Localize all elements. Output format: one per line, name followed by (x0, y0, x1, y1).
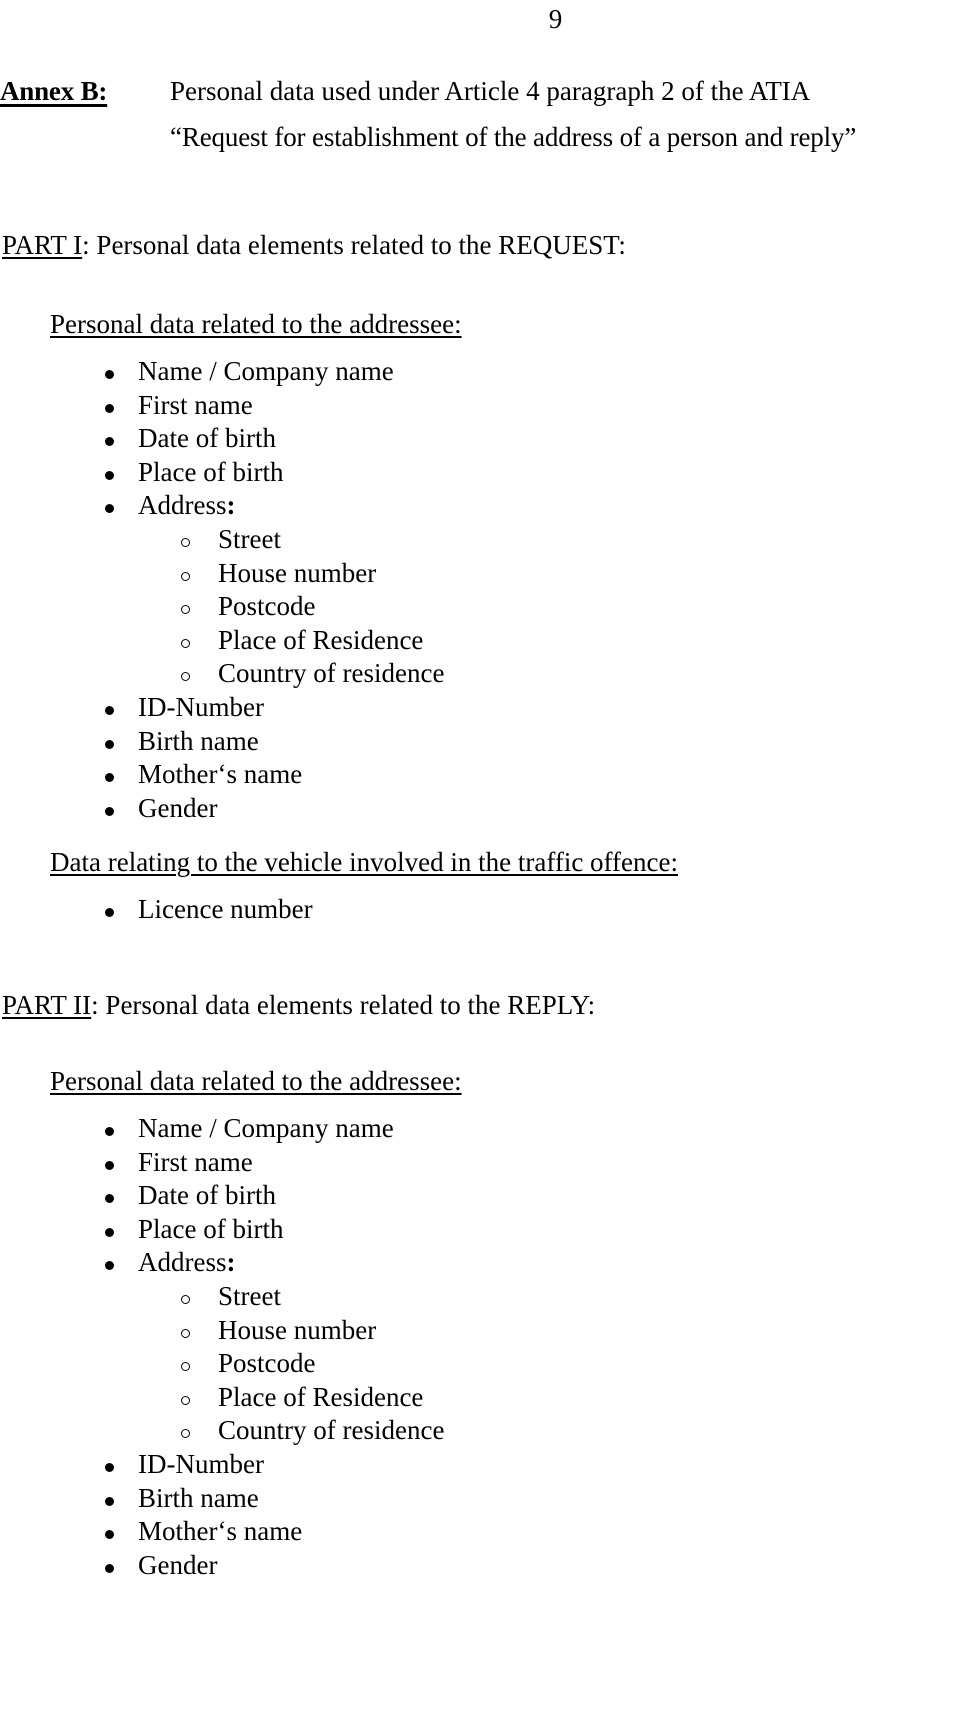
list-item-label: Place of Residence (218, 624, 424, 655)
part-1-addressee-heading: Personal data related to the addressee: (50, 309, 462, 339)
list-item-label: Place of birth (138, 456, 284, 487)
list-item-label: Birth name (138, 1482, 259, 1513)
list-item-label: Postcode (218, 1348, 316, 1379)
list-item: House number (0, 557, 960, 591)
list-item-label: Mother‘s name (138, 759, 303, 790)
part-1-heading: PART I: Personal data elements related t… (2, 228, 626, 262)
list-item-label: ID-Number (138, 1448, 264, 1479)
vehicle-data-heading: Data relating to the vehicle involved in… (50, 847, 679, 877)
list-item: Date of birth (0, 422, 960, 456)
list-item-label: Date of birth (138, 1180, 276, 1211)
list-item: Name / Company name (0, 355, 960, 389)
list-item-colon: : (226, 1247, 236, 1278)
part-1-heading-rest: : Personal data elements related to the … (82, 230, 626, 260)
list-item-label: First name (138, 1146, 253, 1177)
part-2-heading-rest: : Personal data elements related to the … (91, 990, 596, 1020)
list-item: Address: (0, 1246, 960, 1280)
list-item-label: Name / Company name (138, 1113, 394, 1143)
document-page: 9 Annex B: Personal data used under Arti… (0, 0, 960, 1726)
list-item-label: Place of birth (138, 1213, 284, 1244)
list-item-label: House number (218, 1314, 377, 1345)
list-item-label: First name (138, 389, 253, 420)
list-item: Gender (0, 792, 960, 826)
annex-label: Annex B: (0, 76, 108, 106)
list-item: Mother‘s name (0, 1515, 960, 1549)
list-item: Name / Company name (0, 1112, 960, 1146)
list-item: First name (0, 1146, 960, 1180)
page-number: 9 (548, 4, 563, 34)
list-item-label: Place of Residence (218, 1381, 424, 1412)
list-item-label: Mother‘s name (138, 1516, 303, 1547)
annex-title-row: Annex B: Personal data used under Articl… (0, 74, 960, 108)
list-item: Birth name (0, 725, 960, 759)
part-2-heading: PART II: Personal data elements related … (2, 988, 595, 1022)
list-item-label: Postcode (218, 591, 316, 622)
list-item-label: Name / Company name (138, 356, 394, 386)
annex-title-block: Annex B: Personal data used under Articl… (0, 74, 960, 152)
list-item: Place of birth (0, 456, 960, 490)
list-item: Date of birth (0, 1179, 960, 1213)
annex-title-line-2: “Request for establishment of the addres… (170, 122, 857, 152)
part-2-data-list: Name / Company name First name Date of bir… (0, 1112, 960, 1582)
list-item: First name (0, 389, 960, 423)
list-item-label: Address (138, 490, 227, 521)
list-item-label: ID-Number (138, 691, 264, 722)
list-item: Place of Residence (0, 1381, 960, 1415)
list-item-label: Street (218, 1280, 281, 1311)
list-item-label: Gender (138, 792, 218, 823)
list-item-label: Gender (138, 1549, 218, 1580)
part-1-data-list: Name / Company name First name Date of bir… (0, 355, 960, 825)
annex-title-line-1: Personal data used under Article 4 parag… (170, 76, 811, 106)
list-item: Mother‘s name (0, 758, 960, 792)
list-item-label: Birth name (138, 725, 259, 756)
list-item: Birth name (0, 1482, 960, 1516)
list-item-colon: : (226, 490, 236, 521)
list-item-label: Licence number (138, 894, 313, 924)
list-item: Gender (0, 1549, 960, 1583)
part-2-addressee-heading: Personal data related to the addressee: (50, 1066, 462, 1096)
part-1-heading-underlined: PART I (2, 230, 83, 260)
list-item: Street (0, 1280, 960, 1314)
list-item: Postcode (0, 1347, 960, 1381)
list-item-label: House number (218, 557, 377, 588)
list-item: Place of Residence (0, 624, 960, 658)
list-item: Country of residence (0, 1414, 960, 1448)
vehicle-data-list: Licence number (0, 893, 960, 927)
list-item: ID-Number (0, 1448, 960, 1482)
list-item-label: Street (218, 523, 281, 554)
list-item: Postcode (0, 590, 960, 624)
list-item: ID-Number (0, 691, 960, 725)
list-item-label: Address (138, 1247, 227, 1278)
list-item-label: Date of birth (138, 423, 276, 454)
list-item: Address: (0, 489, 960, 523)
list-item: Place of birth (0, 1213, 960, 1247)
part-2-heading-underlined: PART II (2, 990, 92, 1020)
list-item: Country of residence (0, 657, 960, 691)
list-item-label: Country of residence (218, 658, 445, 689)
list-item: House number (0, 1314, 960, 1348)
list-item-label: Country of residence (218, 1415, 445, 1446)
list-item: Licence number (0, 893, 960, 927)
list-item: Street (0, 523, 960, 557)
